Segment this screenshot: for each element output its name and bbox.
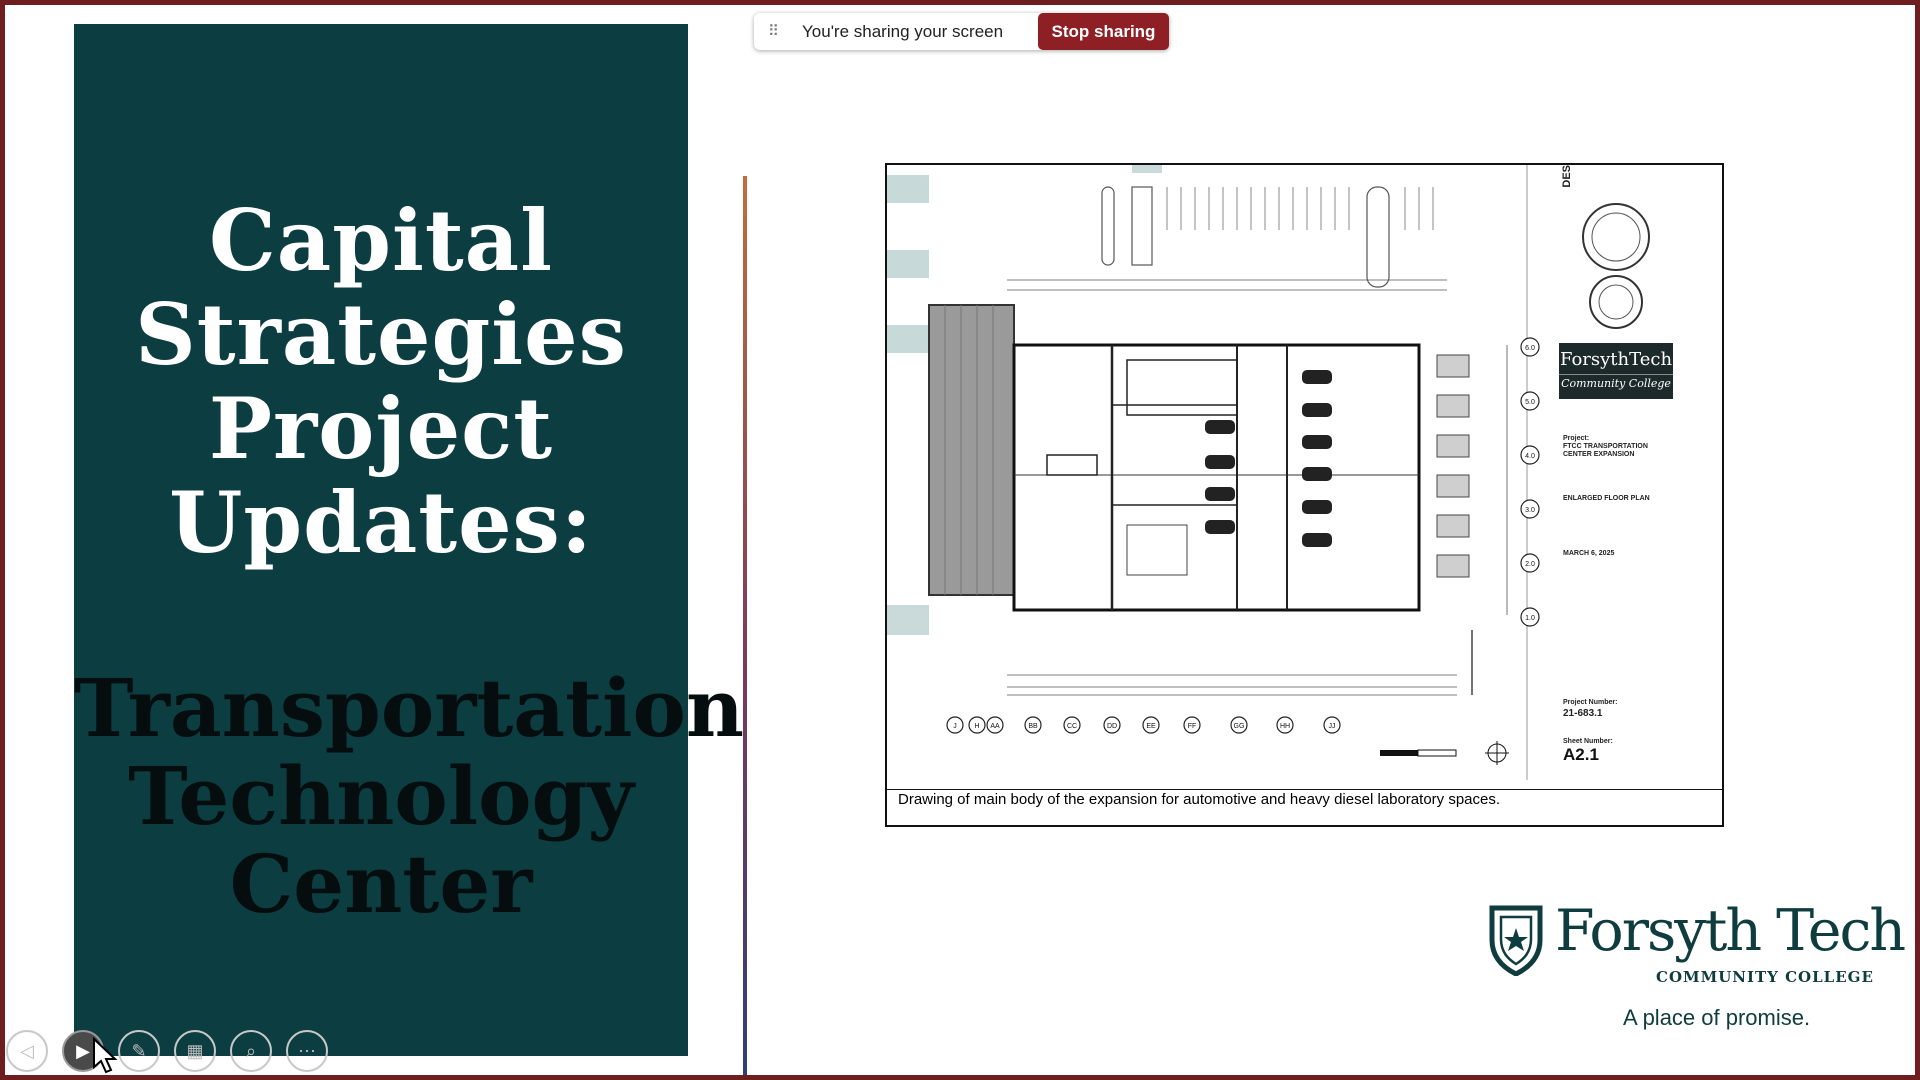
grid-bubble: FF xyxy=(1183,716,1201,734)
grid-bubble-label: HH xyxy=(1280,723,1290,730)
title-block-side-label: DES xyxy=(1561,165,1573,188)
grid-bubble-label: H xyxy=(974,723,979,730)
vehicle-symbol xyxy=(1302,467,1332,481)
title-block-logo-sub: Community College xyxy=(1559,374,1673,390)
grid-bubble: 4.0 xyxy=(1520,445,1540,465)
pen-tool-button[interactable]: ✎ xyxy=(118,1030,160,1072)
mouse-cursor-icon xyxy=(93,1037,118,1074)
grid-bubble: BB xyxy=(1024,716,1042,734)
grid-bubble: H xyxy=(968,716,986,734)
floor-plan-figure: J H AA BB CC DD EE FF GG HH JJ 6.0 5.0 4.0 3.0 2.0 1.0 … xyxy=(885,163,1724,827)
chevron-left-icon: ◁ xyxy=(20,1040,34,1061)
grid-bubble: J xyxy=(946,716,964,734)
title-panel: Capital Strategies Project Updates: Tran… xyxy=(74,24,744,1056)
grid-bubble: 3.0 xyxy=(1520,499,1540,519)
title-block-sheet-title: ENLARGED FLOOR PLAN xyxy=(1563,495,1650,502)
slide-title-line: Capital xyxy=(208,191,554,290)
slide-title-line: Project xyxy=(208,379,554,478)
title-block-project-label: Project: xyxy=(1563,435,1590,442)
previous-slide-button[interactable]: ◁ xyxy=(6,1030,48,1072)
grid-bubble-label: 3.0 xyxy=(1525,507,1535,514)
grid-bubble: 2.0 xyxy=(1520,553,1540,573)
slide-title-line: Strategies xyxy=(135,285,627,384)
vehicle-symbol xyxy=(1302,533,1332,547)
vehicle-symbol xyxy=(1205,455,1235,469)
grid-bubble-label: 2.0 xyxy=(1525,561,1535,568)
grid-bubble: HH xyxy=(1276,716,1294,734)
slide-title-line: Updates: xyxy=(169,473,593,572)
pen-icon: ✎ xyxy=(131,1040,147,1061)
grid-bubble: 1.0 xyxy=(1520,607,1540,627)
grid-bubble-label: DD xyxy=(1107,723,1117,730)
see-all-slides-button[interactable]: ▦ xyxy=(174,1030,216,1072)
grid-bubble: 5.0 xyxy=(1520,391,1540,411)
more-options-button[interactable]: ⋯ xyxy=(286,1030,328,1072)
grid-bubble-label: FF xyxy=(1188,723,1197,730)
grid-bubble-label: 1.0 xyxy=(1525,615,1535,622)
grid-bubble: 6.0 xyxy=(1520,337,1540,357)
title-block-sheet-number: A2.1 xyxy=(1563,745,1599,764)
grid-bubble: JJ xyxy=(1323,716,1341,734)
grid-bubble-label: BB xyxy=(1028,723,1038,730)
grid-bubble: CC xyxy=(1063,716,1081,734)
slide-subtitle-line: Technology xyxy=(128,749,634,843)
forsyth-tech-logo: Forsyth Tech COMMUNITY COLLEGE A place o… xyxy=(1488,898,1908,1040)
sharing-status-text: You're sharing your screen xyxy=(802,21,1004,41)
grid-bubble: GG xyxy=(1230,716,1248,734)
screen-share-bar[interactable]: ⠿ You're sharing your screen Stop sharin… xyxy=(754,13,1169,50)
grid-bubble-label: 5.0 xyxy=(1525,399,1535,406)
vehicle-symbol xyxy=(1205,487,1235,501)
vehicle-symbol xyxy=(1205,520,1235,534)
drag-handle-icon[interactable]: ⠿ xyxy=(768,24,784,39)
grid-bubble: DD xyxy=(1103,716,1121,734)
title-block-logo: ForsythTech Community College xyxy=(1559,343,1673,399)
figure-caption: Drawing of main body of the expansion fo… xyxy=(898,791,1501,808)
grid-bubble-label: CC xyxy=(1067,723,1077,730)
vehicle-symbol xyxy=(1302,500,1332,514)
title-block-project-number-label: Project Number: xyxy=(1563,699,1618,706)
ellipsis-icon: ⋯ xyxy=(298,1040,316,1061)
vehicle-symbol xyxy=(1205,420,1235,434)
vertical-divider xyxy=(743,176,747,1076)
play-icon: ▶ xyxy=(76,1040,90,1061)
zoom-button[interactable]: ⌕ xyxy=(230,1030,272,1072)
grid-bubble: AA xyxy=(986,716,1004,734)
title-block-project-value: FTCC TRANSPORTATION CENTER EXPANSION xyxy=(1563,443,1648,458)
floor-plan-drawing: J H AA BB CC DD EE FF GG HH JJ 6.0 5.0 4.0 3.0 2.0 1.0 xyxy=(887,165,1650,780)
slide-title: Capital Strategies Project Updates: xyxy=(74,194,688,570)
title-block-project-number: 21-683.1 xyxy=(1563,708,1603,719)
vehicle-symbol xyxy=(1302,403,1332,417)
slide-subtitle-line: Transportation xyxy=(74,661,744,755)
slideshow-controls: ◁ ▶ ✎ ▦ ⌕ ⋯ xyxy=(6,1030,328,1072)
grid-bubble-label: 4.0 xyxy=(1525,453,1535,460)
grid-bubble-label: AA xyxy=(990,723,1000,730)
slides-grid-icon: ▦ xyxy=(186,1040,204,1061)
title-block-logo-name: ForsythTech xyxy=(1559,349,1673,370)
brand-name: Forsyth Tech xyxy=(1555,898,1906,964)
magnifier-icon: ⌕ xyxy=(245,1040,257,1061)
grid-bubble-label: JJ xyxy=(1329,723,1336,730)
vehicle-symbol xyxy=(1302,370,1332,384)
caption-rule xyxy=(887,789,1722,790)
slide-subtitle-line: Center xyxy=(229,837,533,931)
grid-bubble-label: EE xyxy=(1146,723,1156,730)
title-block-issue-date: MARCH 6, 2025 xyxy=(1563,550,1615,557)
grid-bubble-label: 6.0 xyxy=(1525,345,1535,352)
brand-tagline: A place of promise. xyxy=(1623,1005,1811,1030)
grid-bubble-label: J xyxy=(953,723,957,730)
grid-bubble-label: GG xyxy=(1234,723,1245,730)
grid-bubble: EE xyxy=(1142,716,1160,734)
slide-subtitle: Transportation Technology Center xyxy=(74,661,744,931)
vehicle-symbol xyxy=(1302,435,1332,449)
stop-sharing-button[interactable]: Stop sharing xyxy=(1038,13,1169,50)
brand-subtitle: COMMUNITY COLLEGE xyxy=(1656,968,1874,986)
shield-icon xyxy=(1489,905,1543,976)
